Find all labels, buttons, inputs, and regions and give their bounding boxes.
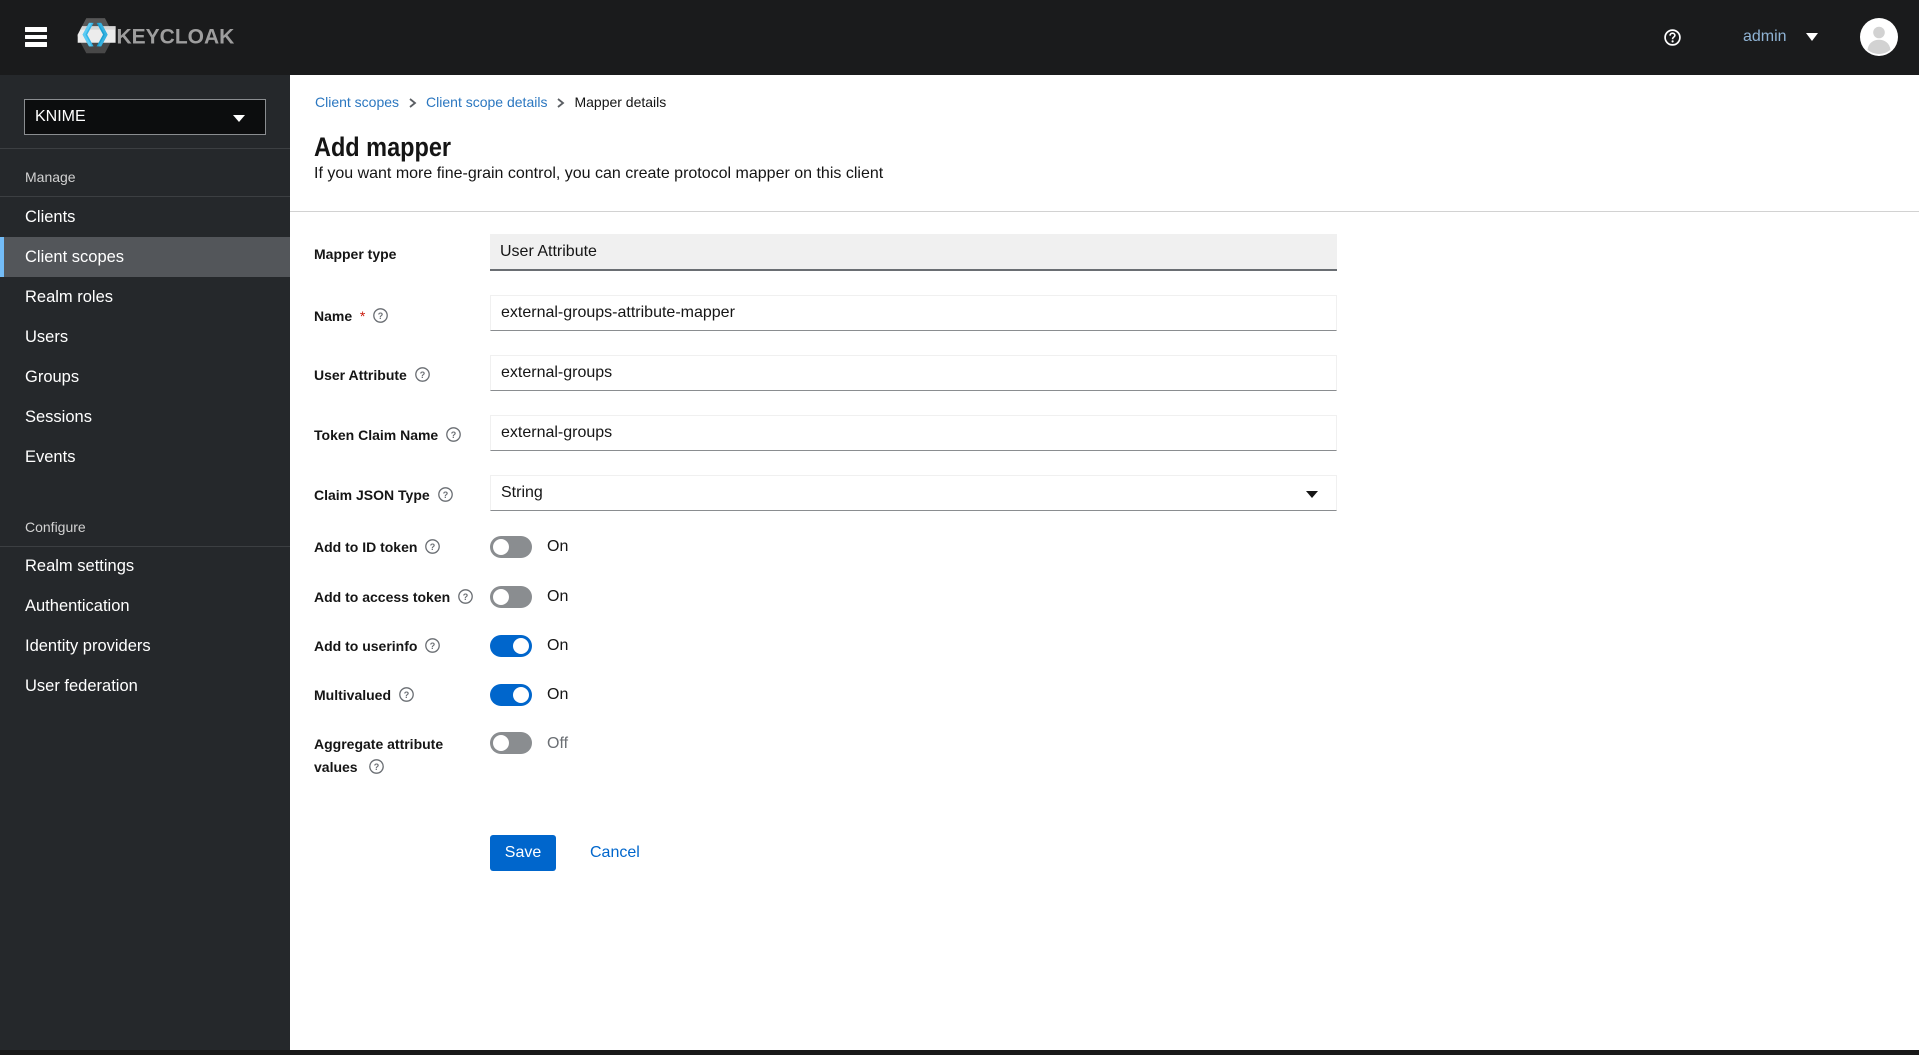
svg-text:?: ? (378, 311, 384, 321)
svg-text:?: ? (442, 490, 448, 500)
svg-text:?: ? (451, 430, 457, 440)
svg-text:?: ? (463, 592, 469, 602)
svg-text:?: ? (420, 370, 426, 380)
svg-text:?: ? (374, 762, 380, 772)
svg-text:?: ? (430, 542, 436, 552)
svg-text:?: ? (404, 690, 410, 700)
svg-text:?: ? (430, 641, 436, 651)
svg-text:KEYCLOAK: KEYCLOAK (117, 26, 235, 49)
